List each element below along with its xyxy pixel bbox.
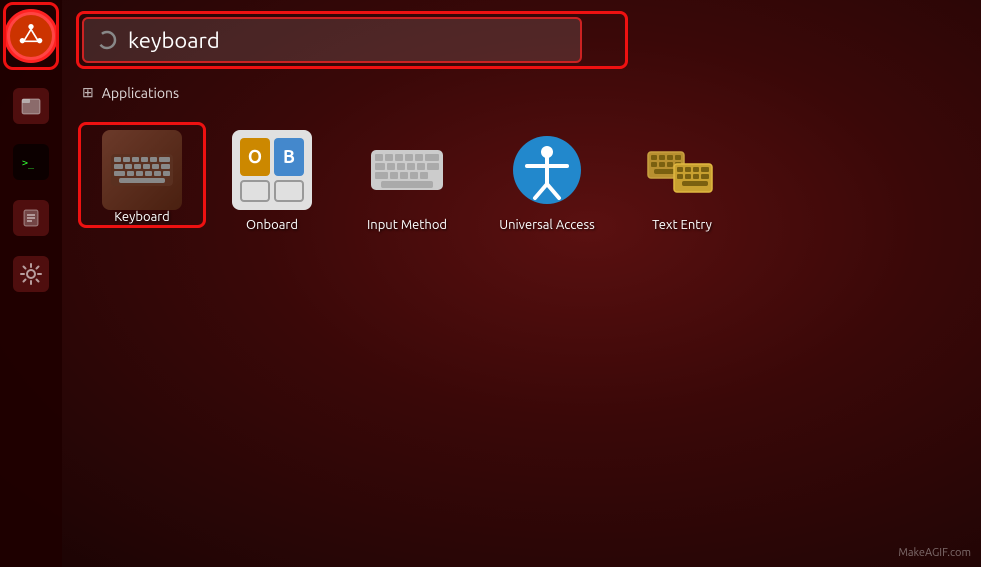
sidebar-settings[interactable]	[7, 250, 55, 298]
sidebar-text-editor[interactable]	[7, 194, 55, 242]
sidebar-files[interactable]	[7, 82, 55, 130]
watermark: MakeAGIF.com	[898, 547, 971, 559]
app-item-text-entry[interactable]: Text Entry	[632, 130, 732, 232]
text-entry-label: Text Entry	[652, 218, 712, 232]
app-item-universal-access[interactable]: Universal Access	[492, 130, 602, 232]
keyboard-icon	[102, 130, 182, 210]
topbar	[62, 0, 981, 80]
apps-section: ⊞ Applications	[62, 80, 981, 105]
universal-access-label: Universal Access	[499, 218, 594, 232]
sidebar: >_	[0, 0, 62, 567]
sidebar-terminal[interactable]: >_	[7, 138, 55, 186]
apps-label-row: ⊞ Applications	[62, 80, 981, 105]
onboard-label: Onboard	[246, 218, 298, 232]
svg-text:>_: >_	[22, 158, 35, 169]
onboard-icon: O B	[232, 130, 312, 210]
grid-icon: ⊞	[82, 84, 94, 101]
universal-access-icon	[507, 130, 587, 210]
app-item-keyboard[interactable]: Keyboard	[92, 130, 192, 224]
search-container[interactable]	[82, 17, 582, 63]
search-input[interactable]	[128, 28, 568, 53]
app-item-onboard[interactable]: O B Onboard	[222, 130, 322, 232]
keyboard-label: Keyboard	[114, 210, 170, 224]
ubuntu-logo[interactable]	[7, 12, 55, 60]
apps-section-label: Applications	[102, 85, 179, 101]
text-entry-icon	[642, 130, 722, 210]
apps-grid: Keyboard O B Onboard	[62, 110, 981, 567]
search-spinner-icon	[96, 29, 118, 51]
app-item-input-method[interactable]: Input Method	[352, 130, 462, 232]
input-method-label: Input Method	[367, 218, 447, 232]
input-method-icon	[367, 130, 447, 210]
